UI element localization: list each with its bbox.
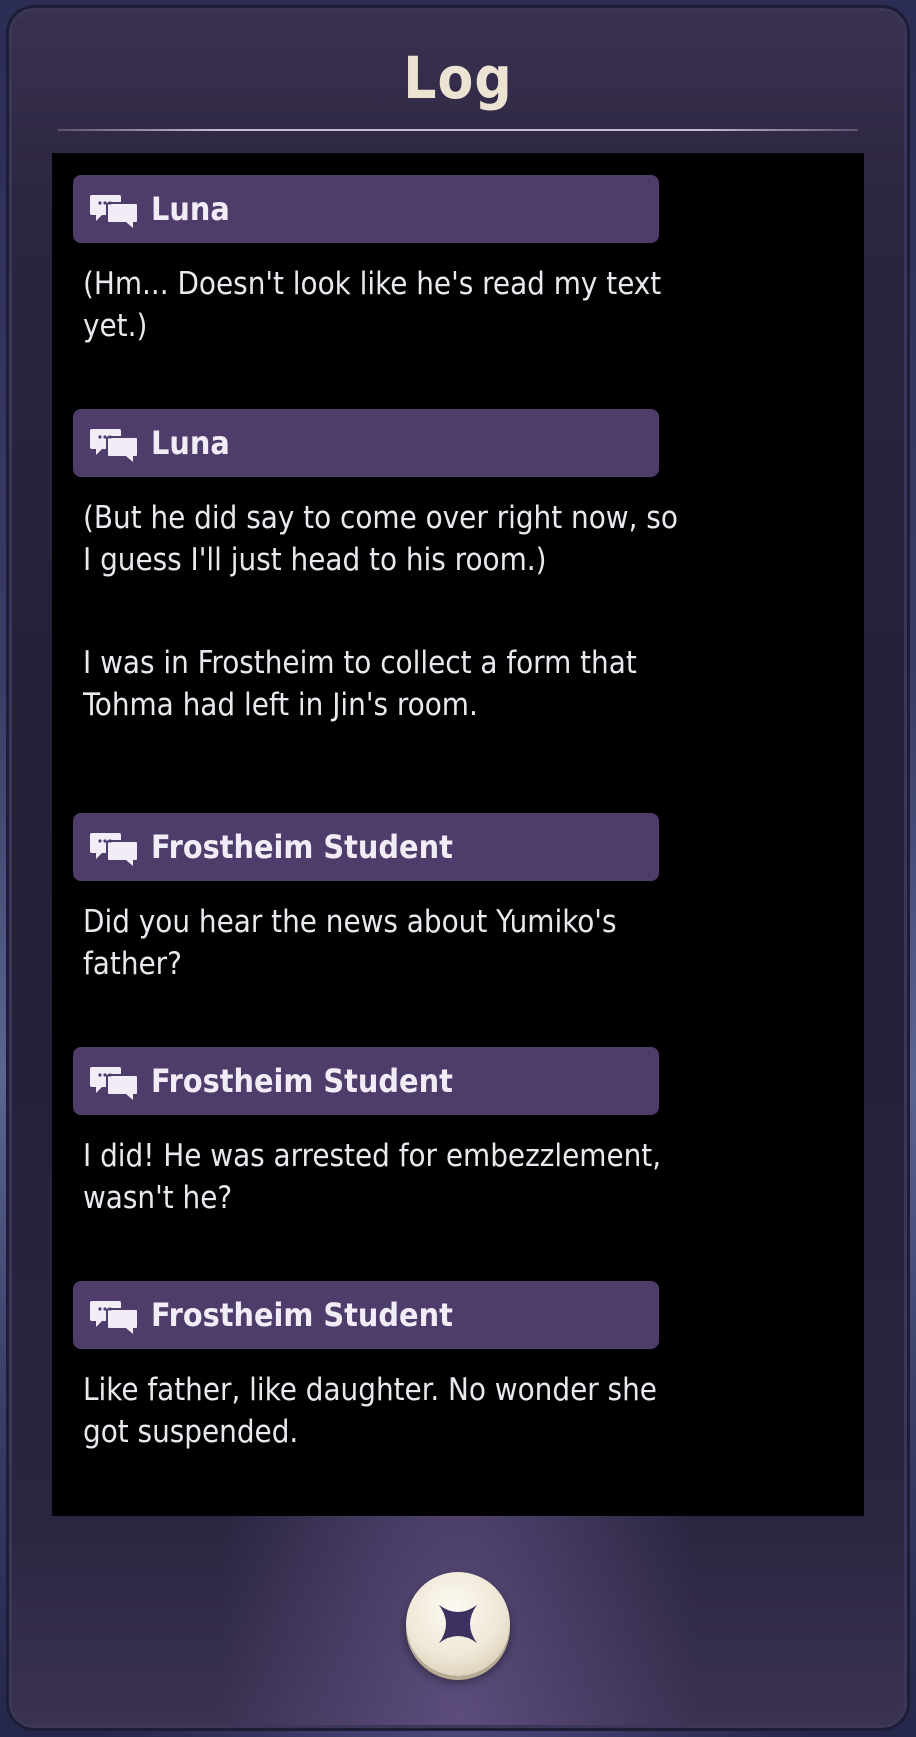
- chat-bubbles-icon: [90, 1301, 139, 1334]
- chat-bubbles-icon: [90, 429, 139, 462]
- close-button[interactable]: [406, 1572, 510, 1676]
- dialogue-text: (But he did say to come over right now, …: [83, 500, 678, 578]
- close-x-icon: [439, 1605, 477, 1643]
- dialogue-text: Did you hear the news about Yumiko's fat…: [83, 904, 617, 982]
- speaker-name: Frostheim Student: [151, 1296, 453, 1334]
- speaker-name: Frostheim Student: [151, 1062, 453, 1100]
- dialogue-text: Like father, like daughter. No wonder sh…: [83, 1372, 657, 1450]
- dialogue-text: (Hm... Doesn't look like he's read my te…: [83, 266, 662, 344]
- speaker-header: Frostheim Student: [73, 813, 659, 881]
- speaker-header: Luna: [73, 409, 659, 477]
- speaker-header: Frostheim Student: [73, 1047, 659, 1115]
- panel-title: Log: [403, 44, 513, 112]
- chat-bubbles-icon: [90, 1067, 139, 1100]
- speaker-header: Luna: [73, 175, 659, 243]
- speaker-header: Frostheim Student: [73, 1281, 659, 1349]
- narration-text: I was in Frostheim to collect a form tha…: [83, 645, 637, 723]
- speaker-name: Luna: [151, 190, 230, 228]
- chat-bubbles-icon: [90, 195, 139, 228]
- speaker-name: Frostheim Student: [151, 828, 453, 866]
- chat-bubbles-icon: [90, 833, 139, 866]
- log-scroll-area[interactable]: Luna (Hm... Doesn't look like he's read …: [52, 153, 864, 1516]
- speaker-name: Luna: [151, 424, 230, 462]
- title-divider: [58, 129, 858, 131]
- dialogue-text: I did! He was arrested for embezzlement,…: [83, 1138, 662, 1216]
